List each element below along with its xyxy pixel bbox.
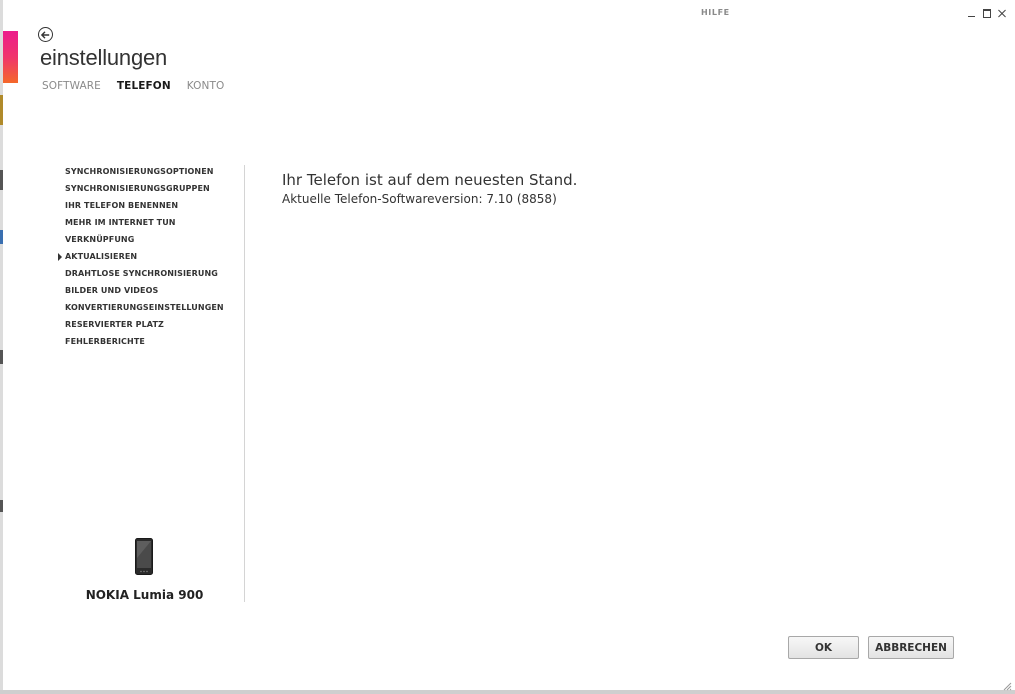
cancel-button[interactable]: ABBRECHEN: [868, 636, 954, 659]
device-name: NOKIA Lumia 900: [85, 588, 204, 602]
sidebar-divider: [244, 165, 245, 602]
sidebar-item-sync-options[interactable]: SYNCHRONISIERUNGSOPTIONEN: [65, 163, 244, 180]
software-version-text: Aktuelle Telefon-Softwareversion: 7.10 (…: [282, 192, 557, 206]
resize-grip-icon[interactable]: [1002, 681, 1012, 691]
ok-button[interactable]: OK: [788, 636, 859, 659]
window-controls: [966, 6, 1008, 20]
sidebar-item-name-phone[interactable]: IHR TELEFON BENENNEN: [65, 197, 244, 214]
sidebar-item-update[interactable]: AKTUALISIEREN: [58, 248, 244, 265]
zune-settings-window: HILFE einstellungen SOFTWARE TELEFON KON…: [0, 0, 1015, 694]
sidebar-item-more-online[interactable]: MEHR IM INTERNET TUN: [65, 214, 244, 231]
sidebar-item-label: AKTUALISIEREN: [65, 252, 138, 261]
phone-icon: [135, 538, 153, 575]
settings-sidebar: SYNCHRONISIERUNGSOPTIONEN SYNCHRONISIERU…: [0, 163, 244, 350]
sidebar-item-pictures-videos[interactable]: BILDER UND VIDEOS: [65, 282, 244, 299]
tab-telefon[interactable]: TELEFON: [117, 80, 171, 92]
desktop-fragment: [0, 95, 3, 125]
back-arrow-icon: [41, 30, 50, 39]
back-button[interactable]: [38, 27, 53, 42]
desktop-fragment: [0, 500, 3, 512]
sidebar-item-error-reports[interactable]: FEHLERBERICHTE: [65, 333, 244, 350]
desktop-fragment: [0, 350, 3, 364]
sidebar-item-wireless-sync[interactable]: DRAHTLOSE SYNCHRONISIERUNG: [65, 265, 244, 282]
sidebar-item-reserved-space[interactable]: RESERVIERTER PLATZ: [65, 316, 244, 333]
accent-bar: [3, 31, 18, 83]
tab-konto[interactable]: KONTO: [187, 80, 225, 92]
maximize-icon[interactable]: [981, 6, 993, 20]
tab-software[interactable]: SOFTWARE: [42, 80, 101, 92]
sidebar-item-sync-groups[interactable]: SYNCHRONISIERUNGSGRUPPEN: [65, 180, 244, 197]
page-title: einstellungen: [40, 45, 168, 70]
sidebar-item-link[interactable]: VERKNÜPFUNG: [65, 231, 244, 248]
help-link[interactable]: HILFE: [701, 8, 730, 17]
minimize-icon[interactable]: [966, 6, 978, 20]
close-icon[interactable]: [996, 6, 1008, 20]
sidebar-item-conversion-settings[interactable]: KONVERTIERUNGSEINSTELLUNGEN: [65, 299, 244, 316]
top-tabs: SOFTWARE TELEFON KONTO: [42, 80, 224, 92]
update-status-title: Ihr Telefon ist auf dem neuesten Stand.: [282, 171, 578, 189]
selected-caret-icon: [58, 253, 62, 261]
desktop-bottom-edge: [0, 690, 1015, 694]
